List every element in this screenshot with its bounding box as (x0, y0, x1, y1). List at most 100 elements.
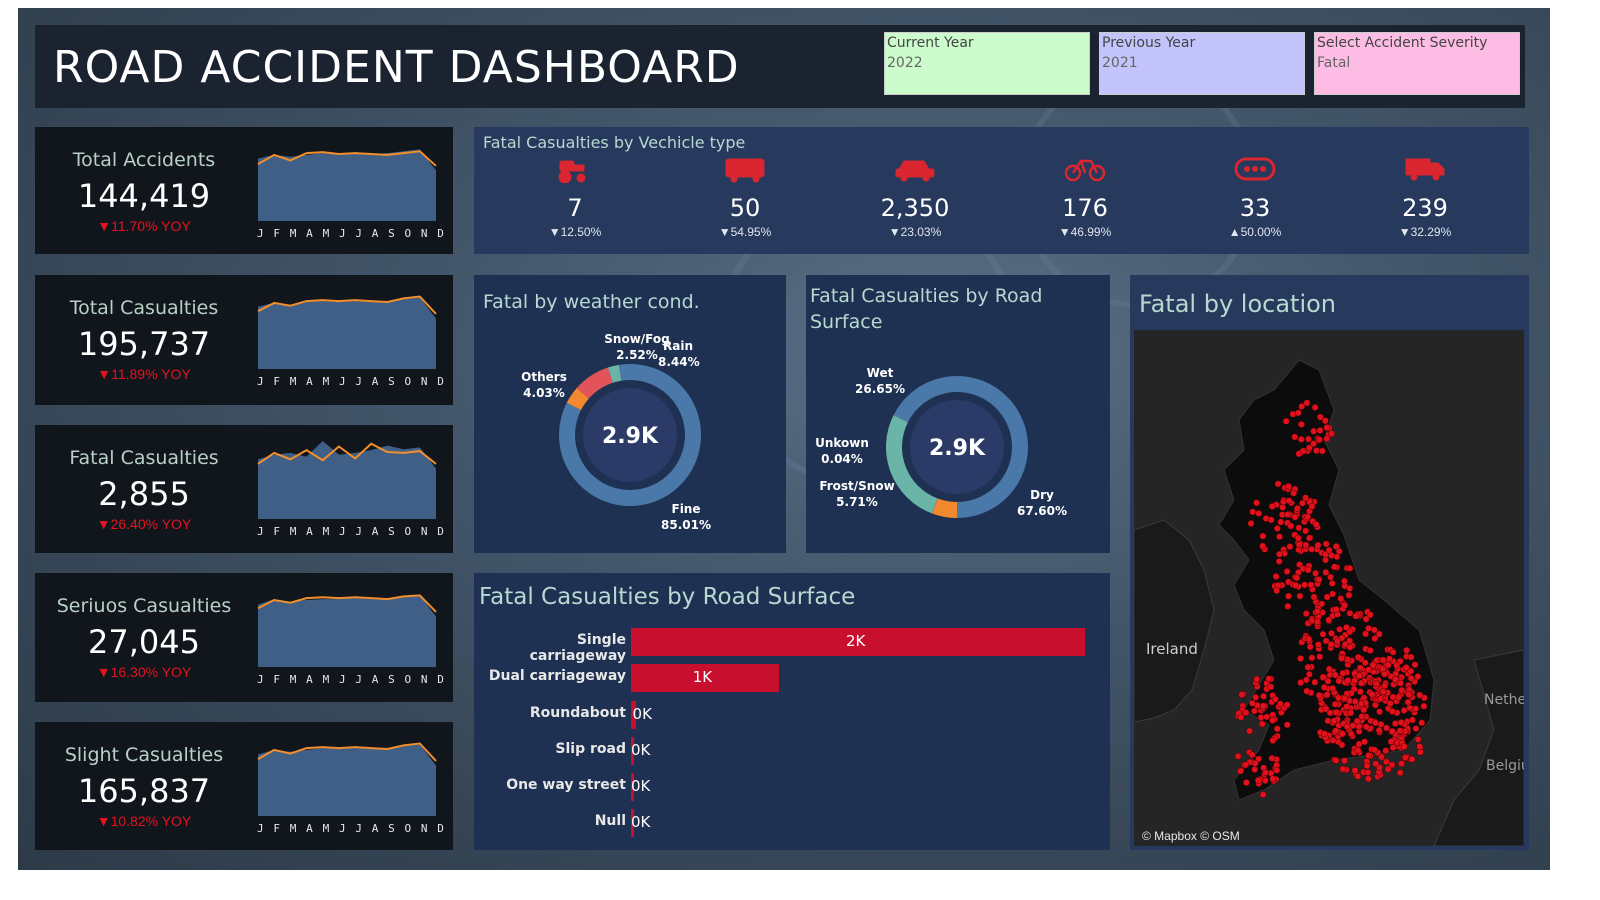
month-tick: D (437, 822, 444, 835)
fatal-location-point (1351, 698, 1359, 705)
fatal-location-point (1407, 674, 1415, 682)
vehicle-type-item[interactable]: 50 ▼54.95% (660, 127, 830, 254)
fatal-location-point (1258, 720, 1266, 728)
fatal-location-point (1322, 540, 1330, 548)
europe-landmass (1433, 649, 1524, 846)
fatal-location-point (1403, 646, 1411, 654)
current-year-filter[interactable]: Current Year 2022 (884, 32, 1090, 95)
fatal-location-point (1356, 672, 1364, 680)
previous-year-filter[interactable]: Previous Year 2021 (1099, 32, 1305, 95)
month-tick: M (322, 822, 330, 835)
fatal-location-point (1400, 706, 1408, 714)
fatal-location-point (1252, 693, 1260, 701)
fatal-location-point (1259, 542, 1267, 550)
fatal-location-point (1276, 550, 1283, 558)
vehicle-yoy-change: ▼46.99% (1058, 225, 1112, 239)
month-tick: F (273, 673, 281, 686)
fatal-location-point (1302, 527, 1310, 535)
filter-label: Current Year (887, 35, 974, 51)
bar-value-label: 0K (632, 705, 652, 723)
fatal-location-point (1397, 719, 1405, 726)
fatal-location-point (1389, 744, 1397, 752)
month-tick: A (371, 822, 379, 835)
vehicle-type-item[interactable]: 33 ▲50.00% (1170, 127, 1340, 254)
bar-category-label: Dual carriageway (488, 668, 626, 684)
bar-row[interactable]: Roundabout 0K (474, 700, 1110, 730)
road-surface-panel: Fatal Casualties by Road Surface 2.9K We… (806, 275, 1110, 553)
month-tick: N (420, 375, 428, 388)
bar-value-label: 0K (631, 813, 651, 831)
filter-label: Previous Year (1102, 35, 1196, 51)
fatal-location-point (1305, 635, 1313, 643)
month-tick: J (257, 525, 264, 538)
fatal-location-point (1338, 741, 1346, 749)
month-tick: J (338, 375, 346, 388)
bar-row[interactable]: Dual carriageway 1K (474, 663, 1110, 693)
fatal-location-point (1330, 563, 1338, 571)
fatal-location-point (1365, 751, 1373, 759)
fatal-location-point (1331, 700, 1339, 708)
fatal-location-point (1290, 489, 1298, 497)
fatal-location-point (1388, 727, 1396, 735)
fatal-location-point (1287, 522, 1295, 530)
bar-row[interactable]: Single carriageway 2K (474, 627, 1110, 664)
bicycle-icon (1000, 155, 1170, 185)
fatal-location-point (1302, 541, 1310, 549)
previous-year-area (258, 595, 436, 667)
fatal-location-point (1338, 654, 1345, 662)
fatal-location-point (1345, 591, 1353, 599)
fatal-location-point (1277, 518, 1285, 526)
bar-row[interactable]: One way street 0K (474, 772, 1110, 802)
fatal-location-point (1381, 670, 1388, 678)
fatal-location-point (1346, 643, 1354, 651)
kpi-card: Slight Casualties 165,837 ▼10.82% YOY J F M A M… (35, 722, 453, 850)
month-tick: A (306, 375, 313, 388)
fatal-location-point (1292, 581, 1299, 589)
fatal-location-point (1298, 403, 1306, 410)
month-tick: J (257, 375, 264, 388)
month-tick: J (257, 822, 264, 835)
month-tick: J (338, 673, 346, 686)
accident-severity-filter[interactable]: Select Accident Severity Fatal (1314, 32, 1520, 95)
vehicle-type-item[interactable]: 239 ▼32.29% (1340, 127, 1510, 254)
fatal-location-point (1366, 647, 1374, 654)
bar-value-label: 0K (631, 777, 651, 795)
fatal-location-point (1302, 494, 1310, 502)
vehicle-fatal-count: 50 (729, 194, 761, 222)
fatal-location-point (1333, 553, 1341, 561)
fatal-location-point (1297, 420, 1305, 428)
fatal-location-point (1250, 707, 1258, 715)
fatal-location-point (1354, 653, 1362, 661)
fatal-location-point (1404, 698, 1412, 706)
location-map[interactable]: Ireland Nethe Belgiu © Mapbox © OSM (1134, 330, 1524, 846)
kpi-sparkline (257, 441, 437, 519)
month-tick: F (273, 525, 281, 538)
fatal-location-point (1332, 605, 1340, 613)
kpi-value: 27,045 (88, 623, 200, 661)
fatal-location-point (1346, 609, 1354, 617)
kpi-label: Slight Casualties (64, 744, 224, 766)
month-tick: J (257, 227, 264, 240)
fatal-location-point (1335, 677, 1343, 685)
fatal-location-point (1327, 640, 1335, 648)
bar-row[interactable]: Slip road 0K (474, 736, 1110, 766)
bar-row[interactable]: Null 0K (474, 808, 1110, 838)
kpi-sparkline (257, 295, 437, 369)
bus-icon (660, 155, 830, 185)
vehicle-yoy-change: ▲50.00% (1228, 225, 1282, 239)
vehicle-type-item[interactable]: 176 ▼46.99% (1000, 127, 1170, 254)
kpi-yoy-change: ▼10.82% YOY (96, 813, 192, 829)
fatal-location-point (1357, 679, 1365, 687)
month-tick: J (338, 822, 346, 835)
kpi-label: Seriuos Casualties (56, 595, 232, 617)
fatal-location-point (1265, 675, 1273, 683)
fatal-location-point (1259, 791, 1267, 799)
fatal-location-point (1356, 688, 1364, 696)
fatal-location-point (1389, 693, 1397, 701)
fatal-location-point (1297, 655, 1304, 662)
fatal-location-point (1294, 409, 1302, 417)
month-tick: S (388, 673, 395, 686)
vehicle-fatal-count: 33 (1239, 194, 1271, 222)
vehicle-type-item[interactable]: 7 ▼12.50% (490, 127, 660, 254)
vehicle-type-item[interactable]: 2,350 ▼23.03% (830, 127, 1000, 254)
